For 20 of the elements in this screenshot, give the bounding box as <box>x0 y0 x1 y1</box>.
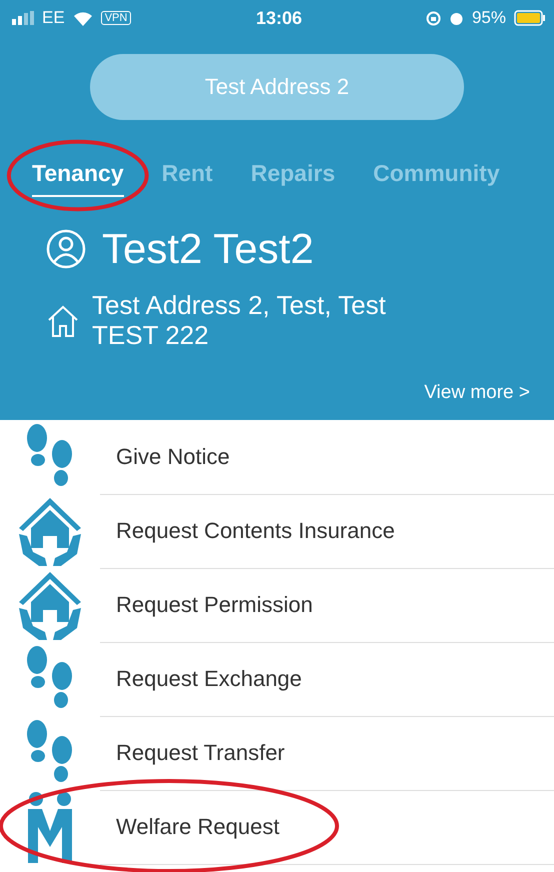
action-item[interactable]: Request Contents Insurance <box>100 494 554 568</box>
action-item[interactable]: Give Notice <box>100 420 554 494</box>
action-item[interactable]: Request Exchange <box>100 642 554 716</box>
action-item[interactable]: Request Permission <box>100 568 554 642</box>
vpn-badge: VPN <box>100 11 132 25</box>
tenant-name: Test2 Test2 <box>102 225 314 273</box>
rotation-lock-icon <box>426 10 441 26</box>
carrier-label: EE <box>42 8 65 28</box>
home-icon <box>46 304 80 338</box>
tenant-address: Test Address 2, Test, Test TEST 222 <box>92 291 386 351</box>
house-in-hands-icon <box>17 570 83 640</box>
battery-percent: 95% <box>472 8 506 28</box>
wifi-icon <box>72 10 93 26</box>
action-item[interactable]: Request Transfer <box>100 716 554 790</box>
house-in-hands-icon <box>17 496 83 566</box>
clock-time: 13:06 <box>254 8 304 28</box>
user-icon <box>46 229 86 269</box>
battery-icon <box>514 10 546 26</box>
signal-icon <box>12 11 34 25</box>
action-item[interactable]: Welfare Request <box>100 790 554 864</box>
